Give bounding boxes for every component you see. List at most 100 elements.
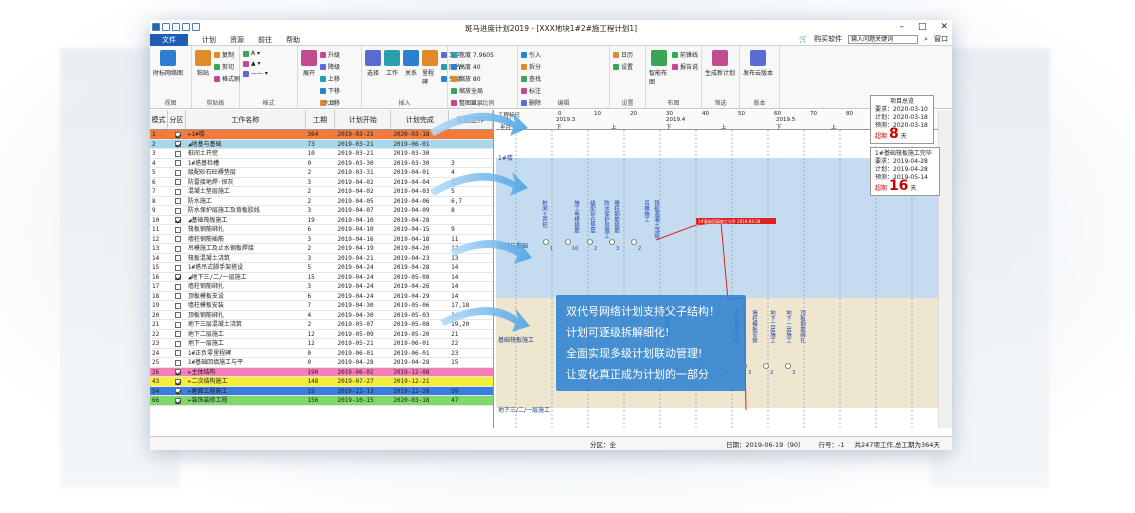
row-checkbox[interactable]	[168, 140, 186, 149]
row-checkbox[interactable]	[168, 368, 186, 377]
vertical-scrollbar[interactable]	[938, 110, 952, 428]
row-checkbox[interactable]	[168, 235, 186, 244]
ribbon-button[interactable]: 展开	[301, 50, 317, 77]
ribbon-button[interactable]: 发布云版本	[743, 50, 773, 77]
ribbon-small-button[interactable]: 标注	[521, 86, 541, 95]
row-checkbox[interactable]	[168, 292, 186, 301]
row-checkbox[interactable]	[168, 206, 186, 215]
ribbon-small-button[interactable]: 引入	[521, 50, 541, 59]
ribbon-button[interactable]: 粘贴	[195, 50, 211, 77]
ribbon-button[interactable]: 里程碑	[422, 50, 438, 86]
row-checkbox[interactable]	[168, 358, 186, 367]
row-checkbox[interactable]	[168, 339, 186, 348]
ribbon-small-button[interactable]: 复制	[214, 50, 240, 59]
ribbon-small-button[interactable]: A ▾	[243, 50, 268, 57]
checkbox-icon[interactable]	[174, 207, 181, 214]
ribbon-small-button[interactable]: 前锋线	[671, 50, 698, 59]
checkbox-icon[interactable]	[174, 350, 181, 356]
ribbon-small-button[interactable]: 下移	[320, 86, 340, 95]
column-header[interactable]: 分区	[168, 110, 186, 129]
checkbox-icon[interactable]	[174, 331, 181, 337]
row-checkbox[interactable]	[168, 244, 186, 253]
ribbon-small-button[interactable]: ▲ ▾	[243, 60, 268, 67]
row-checkbox[interactable]	[168, 396, 186, 405]
row-checkbox[interactable]	[168, 187, 186, 196]
checkbox-icon[interactable]	[174, 217, 181, 223]
checkbox-icon[interactable]	[174, 236, 181, 242]
checkbox-icon[interactable]	[174, 179, 181, 185]
checkbox-icon[interactable]	[174, 378, 181, 385]
maximize-icon[interactable]: □	[918, 22, 927, 32]
menu-file[interactable]: 文件	[150, 33, 188, 46]
column-header[interactable]: 工期	[306, 110, 336, 129]
ribbon-button[interactable]: 生成新计划	[705, 50, 735, 77]
row-checkbox[interactable]	[168, 254, 186, 263]
checkbox-icon[interactable]	[174, 264, 181, 271]
row-checkbox[interactable]	[168, 377, 186, 386]
minimize-icon[interactable]: –	[899, 22, 904, 32]
row-checkbox[interactable]	[168, 178, 186, 187]
row-checkbox[interactable]	[168, 301, 186, 310]
checkbox-icon[interactable]	[174, 397, 181, 404]
search-icon[interactable]: ⌕	[924, 35, 928, 44]
column-header[interactable]: 工作名称	[186, 110, 306, 129]
ribbon-small-button[interactable]: —— ▾	[243, 70, 268, 77]
ribbon-small-button[interactable]: 剪切	[214, 62, 240, 71]
menu-help[interactable]: 帮助	[286, 35, 300, 45]
window-menu[interactable]: 窗口	[934, 34, 948, 44]
checkbox-icon[interactable]	[174, 312, 181, 318]
ribbon-small-button[interactable]: 高度 40	[451, 62, 494, 71]
checkbox-icon[interactable]	[174, 160, 181, 166]
ribbon-small-button[interactable]: 设置	[613, 62, 633, 71]
checkbox-icon[interactable]	[174, 369, 181, 375]
help-search-input[interactable]: 输入问题关键词	[848, 34, 919, 44]
column-header[interactable]: 计划开始	[335, 110, 392, 129]
row-checkbox[interactable]	[168, 168, 186, 177]
ribbon-button[interactable]: 时标网络图	[153, 50, 183, 77]
ribbon-small-button[interactable]: 拆分	[521, 62, 541, 71]
ribbon-small-button[interactable]: 降级	[320, 62, 340, 71]
ribbon-small-button[interactable]: 宽度 7.9605	[451, 50, 494, 59]
checkbox-icon[interactable]	[174, 131, 181, 138]
checkbox-icon[interactable]	[174, 340, 181, 347]
checkbox-icon[interactable]	[174, 188, 181, 195]
row-checkbox[interactable]	[168, 159, 186, 168]
ribbon-button[interactable]: 智能布图	[649, 50, 669, 86]
checkbox-icon[interactable]	[174, 293, 181, 299]
row-checkbox[interactable]	[168, 320, 186, 329]
row-checkbox[interactable]	[168, 387, 186, 396]
ribbon-button[interactable]: 工作	[384, 50, 400, 77]
row-checkbox[interactable]	[168, 311, 186, 320]
column-header[interactable]: 模式	[150, 110, 168, 129]
ribbon-button[interactable]: 选择	[365, 50, 381, 77]
checkbox-icon[interactable]	[174, 141, 181, 147]
ribbon-button[interactable]: 关系	[403, 50, 419, 77]
buy-link[interactable]: 购买软件	[814, 34, 842, 44]
checkbox-icon[interactable]	[174, 169, 181, 176]
checkbox-icon[interactable]	[174, 245, 181, 252]
menu-plan[interactable]: 计划	[202, 35, 216, 45]
row-checkbox[interactable]	[168, 273, 186, 282]
checkbox-icon[interactable]	[174, 302, 181, 309]
checkbox-icon[interactable]	[174, 321, 181, 328]
row-checkbox[interactable]	[168, 225, 186, 234]
close-icon[interactable]: ✕	[940, 22, 948, 32]
row-checkbox[interactable]	[168, 349, 186, 358]
checkbox-icon[interactable]	[174, 226, 181, 233]
row-checkbox[interactable]	[168, 216, 186, 225]
checkbox-icon[interactable]	[174, 388, 181, 394]
ribbon-small-button[interactable]: 格式刷	[214, 74, 240, 83]
row-checkbox[interactable]	[168, 149, 186, 158]
checkbox-icon[interactable]	[174, 198, 181, 204]
checkbox-icon[interactable]	[174, 283, 181, 290]
row-checkbox[interactable]	[168, 130, 186, 139]
menu-goto[interactable]: 前往	[258, 35, 272, 45]
row-checkbox[interactable]	[168, 282, 186, 291]
row-checkbox[interactable]	[168, 263, 186, 272]
ribbon-small-button[interactable]: 日历	[613, 50, 633, 59]
row-checkbox[interactable]	[168, 197, 186, 206]
ribbon-small-button[interactable]: 上移	[320, 74, 340, 83]
ribbon-small-button[interactable]: 报告说	[671, 62, 698, 71]
ribbon-small-button[interactable]: 缩放 80	[451, 74, 494, 83]
checkbox-icon[interactable]	[174, 255, 181, 261]
